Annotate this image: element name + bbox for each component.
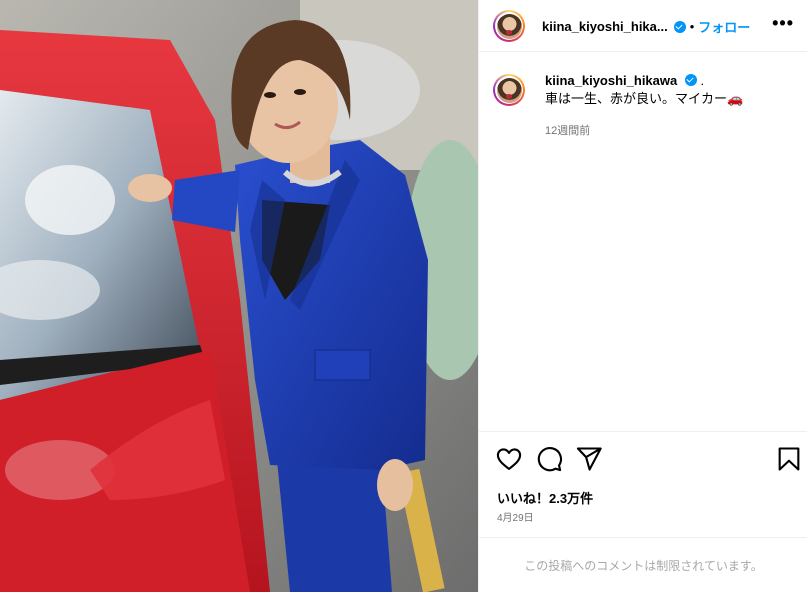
bookmark-icon[interactable] <box>775 445 803 473</box>
instagram-post-window: kiina_kiyoshi_hika... • フォロー ••• kiina_k… <box>0 0 807 592</box>
post-side-panel: kiina_kiyoshi_hika... • フォロー ••• kiina_k… <box>478 0 807 592</box>
likes-count[interactable]: いいね！2.3万件 <box>497 488 593 507</box>
follow-button[interactable]: フォロー <box>698 17 750 36</box>
heart-icon[interactable] <box>495 445 523 473</box>
avatar-image <box>496 13 522 39</box>
header-separator: • <box>689 19 695 34</box>
share-icon[interactable] <box>575 445 603 473</box>
comment-icon[interactable] <box>535 445 563 473</box>
caption-text: kiina_kiyoshi_hikawa . 車は一生、赤が良い。マイカー🚗 <box>545 72 795 108</box>
header-username[interactable]: kiina_kiyoshi_hika... <box>542 19 668 34</box>
caption-body: 車は一生、赤が良い。マイカー🚗 <box>545 91 744 106</box>
post-actions: いいね！2.3万件 4月29日 <box>479 432 807 538</box>
header-user-row: kiina_kiyoshi_hika... • フォロー <box>542 17 750 36</box>
photo-illustration <box>0 0 478 592</box>
verified-badge-icon <box>673 20 686 33</box>
caption-username[interactable]: kiina_kiyoshi_hikawa <box>545 73 677 88</box>
avatar[interactable] <box>493 10 525 42</box>
caption-suffix: . <box>700 73 705 88</box>
post-time-ago[interactable]: 12週間前 <box>545 122 590 138</box>
comments-limited-notice: この投稿へのコメントは制限されています。 <box>524 558 763 573</box>
caption-area: kiina_kiyoshi_hikawa . 車は一生、赤が良い。マイカー🚗 1… <box>479 52 807 432</box>
caption-avatar-image <box>496 77 522 103</box>
caption-avatar[interactable] <box>493 74 525 106</box>
more-options-icon[interactable]: ••• <box>772 13 794 34</box>
caption-verified-badge-icon <box>684 74 697 86</box>
post-date[interactable]: 4月29日 <box>497 509 534 524</box>
post-photo[interactable] <box>0 0 478 592</box>
post-header: kiina_kiyoshi_hika... • フォロー ••• <box>479 0 807 52</box>
